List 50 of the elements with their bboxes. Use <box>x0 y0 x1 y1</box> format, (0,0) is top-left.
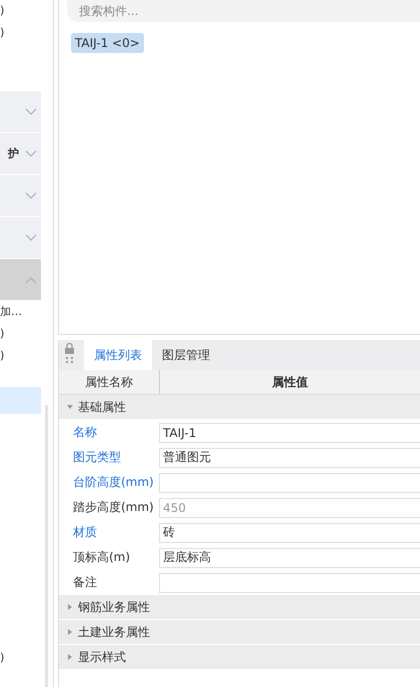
chevron-icon <box>25 276 37 284</box>
chevron-icon <box>25 150 37 158</box>
group-label: 基础属性 <box>78 398 126 416</box>
sidebar-text[interactable]: ) <box>0 22 41 44</box>
triangle-icon <box>67 604 73 610</box>
sidebar-section[interactable] <box>0 91 41 133</box>
sidebar-text[interactable]: ) <box>0 345 41 367</box>
property-name: 材质 <box>72 524 98 541</box>
group-label: 钢筋业务属性 <box>78 598 150 616</box>
section-label: 护 <box>8 146 19 161</box>
property-value[interactable]: 砖 <box>159 522 420 542</box>
sidebar-row[interactable] <box>0 387 41 414</box>
property-value[interactable]: 普通图元 <box>159 448 420 468</box>
sidebar-section[interactable]: 护 <box>0 133 41 175</box>
group-label: 显示样式 <box>78 648 126 666</box>
triangle-icon <box>67 629 73 635</box>
component-tag[interactable]: TAIJ-1 <0> <box>71 33 144 53</box>
sidebar-section[interactable] <box>0 175 41 217</box>
property-name: 图元类型 <box>72 449 122 466</box>
sidebar-text[interactable]: 加… <box>0 301 41 323</box>
property-group[interactable]: 土建业务属性 <box>59 620 420 645</box>
property-value[interactable]: 层底标高 <box>159 548 420 568</box>
property-group[interactable]: 显示样式 <box>59 645 420 670</box>
sidebar-text[interactable]: ) <box>0 323 41 345</box>
property-value[interactable] <box>159 572 420 592</box>
tab[interactable]: 图层管理 <box>152 340 220 370</box>
column-header: 属性名称 <box>84 374 134 390</box>
property-value[interactable]: TAIJ-1 <box>159 422 420 442</box>
property-name: 备注 <box>72 574 98 591</box>
sidebar-section[interactable] <box>0 217 41 259</box>
triangle-icon <box>67 404 73 410</box>
lock-icon[interactable] <box>63 343 76 365</box>
property-name: 名称 <box>72 424 98 441</box>
property-name: 踏步高度(mm) <box>72 499 155 516</box>
chevron-icon <box>25 234 37 242</box>
group-label: 土建业务属性 <box>78 624 150 640</box>
search-field[interactable]: 搜索构件... <box>67 0 420 22</box>
sidebar-text[interactable]: ) <box>0 0 41 22</box>
tab[interactable]: 属性列表 <box>84 340 152 370</box>
property-value[interactable] <box>159 472 420 492</box>
chevron-icon <box>25 108 37 116</box>
property-name: 顶标高(m) <box>72 549 132 566</box>
chevron-icon <box>25 192 37 200</box>
property-group[interactable]: 基础属性 <box>59 395 420 420</box>
sidebar-text[interactable]: ) <box>0 647 41 669</box>
property-name: 台阶高度(mm) <box>72 474 155 491</box>
sidebar-section[interactable] <box>0 259 41 301</box>
triangle-icon <box>67 654 73 660</box>
property-group[interactable]: 钢筋业务属性 <box>59 595 420 620</box>
column-header: 属性值 <box>159 370 420 394</box>
